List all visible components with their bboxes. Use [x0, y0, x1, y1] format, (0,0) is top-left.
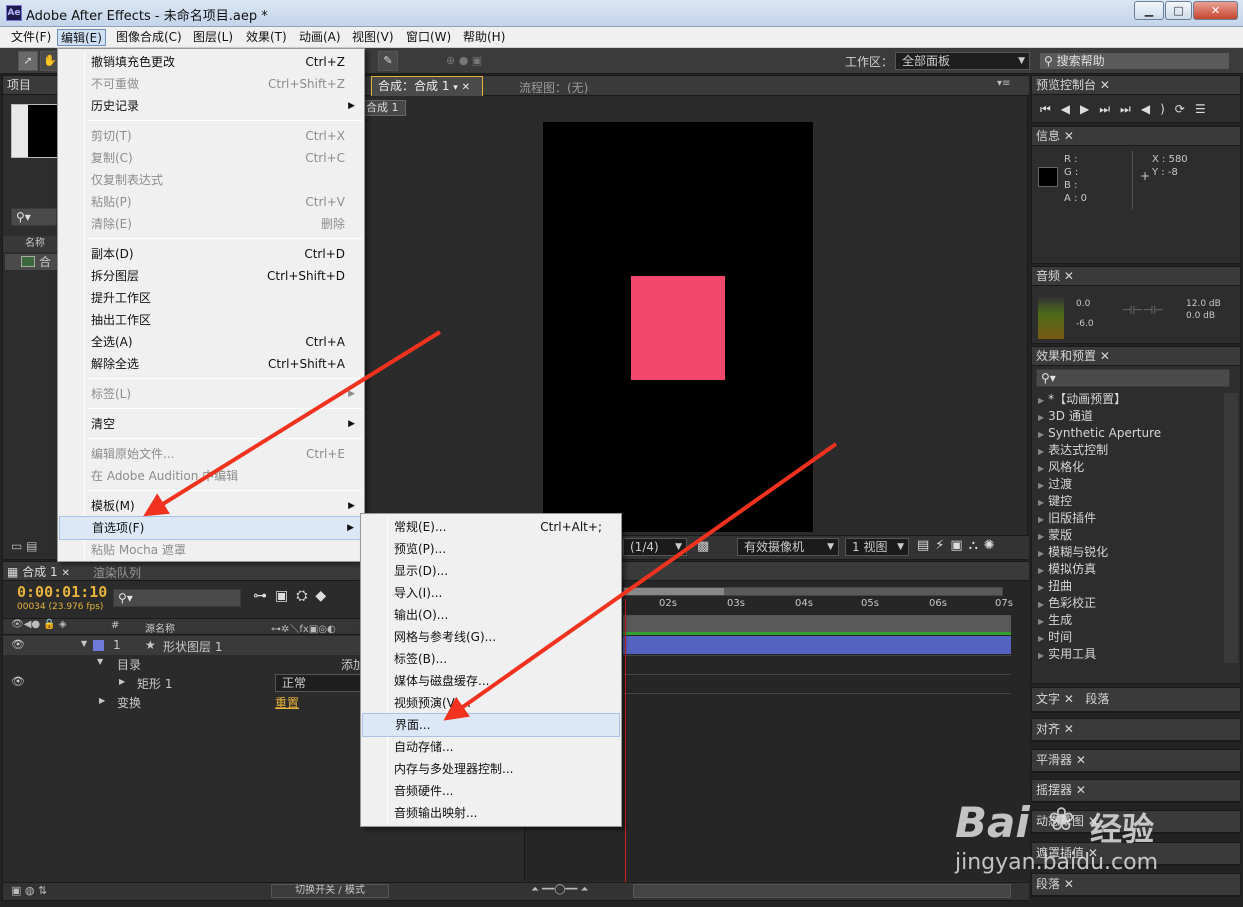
watermark-url: jingyan.baidu.com [955, 850, 1159, 875]
red-arrow-to-appearance [443, 442, 838, 721]
watermark-paw-icon: ❀ [1048, 800, 1075, 838]
watermark-brand2: 经验 [1090, 810, 1155, 848]
watermark-brand: Bai [955, 798, 1030, 847]
red-arrow-to-preferences [143, 330, 442, 517]
annotation-arrows [143, 330, 838, 721]
